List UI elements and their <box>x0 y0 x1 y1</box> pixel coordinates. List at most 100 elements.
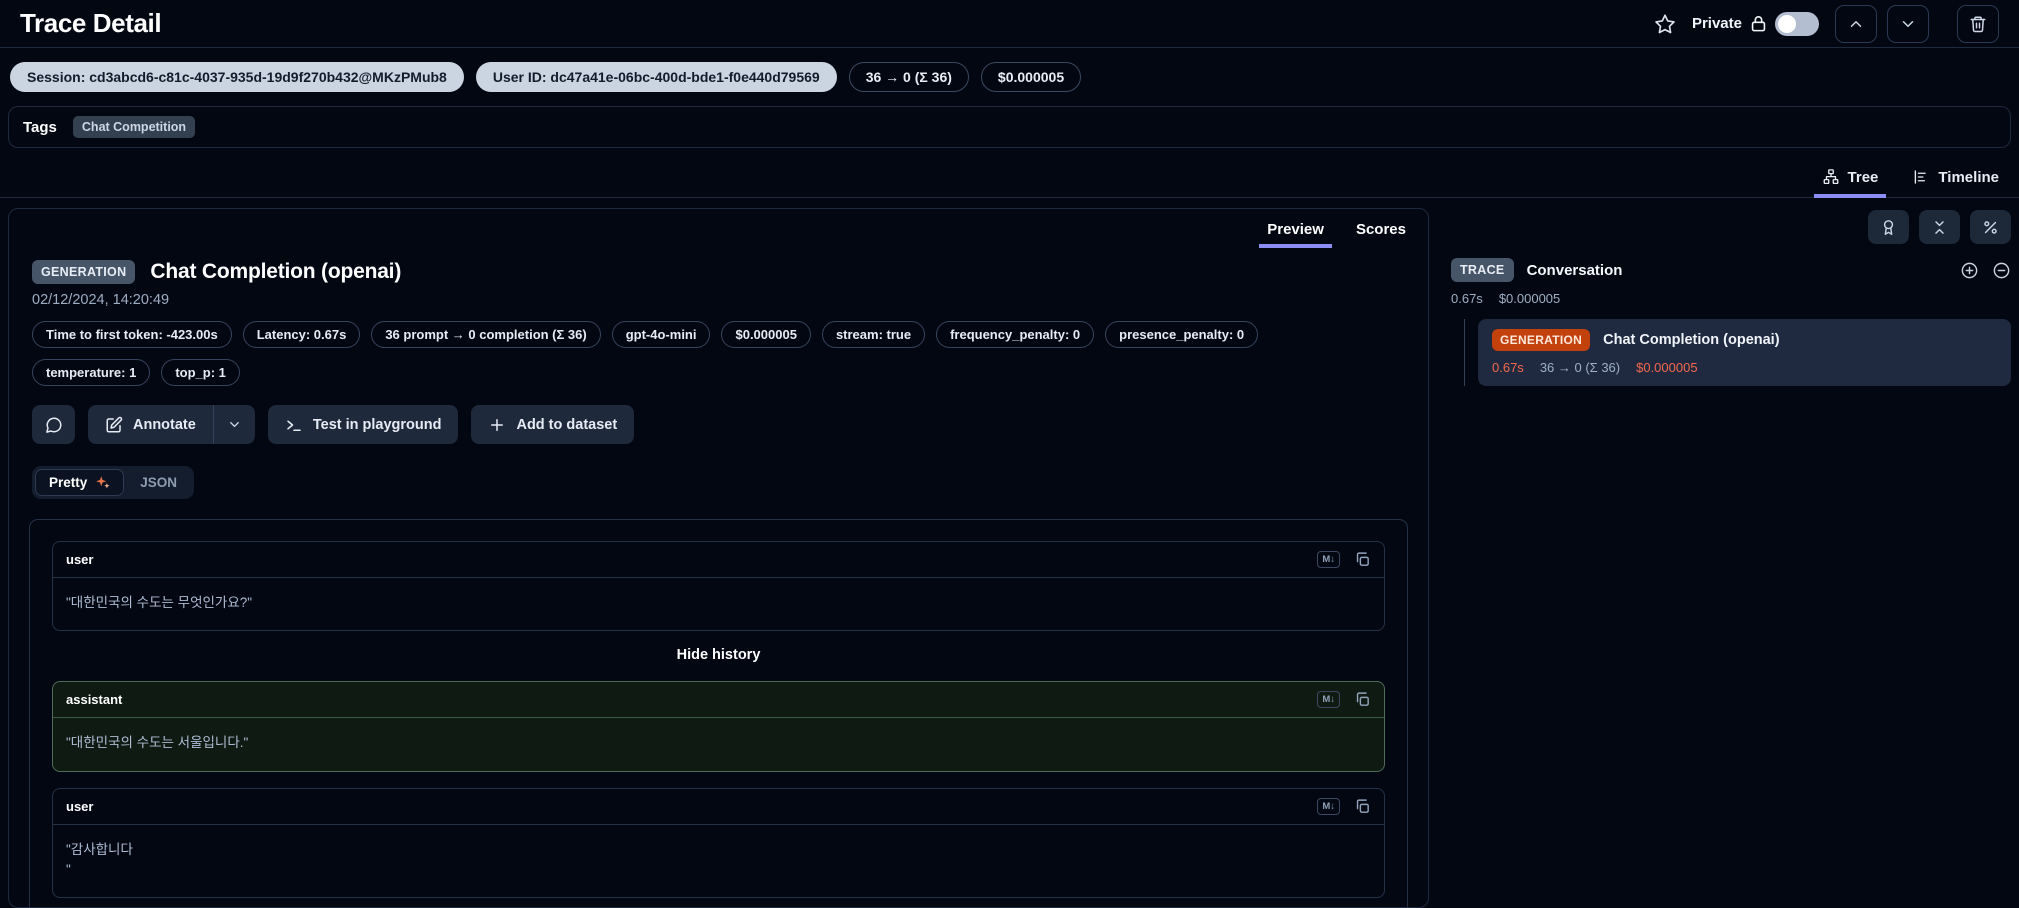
tree-panel-toolbar <box>1451 210 2011 244</box>
observation-metric-badge: top_p: 1 <box>161 359 240 386</box>
timeline-icon <box>1915 170 1927 184</box>
generation-node-metrics: 0.67s 36 → 0 (Σ 36) $0.000005 <box>1492 360 1997 375</box>
generation-node[interactable]: GENERATION Chat Completion (openai) 0.67… <box>1478 319 2011 386</box>
expand-node-button[interactable] <box>1960 261 1979 280</box>
pen-square-icon <box>106 416 123 432</box>
collapse-all-button[interactable] <box>1919 210 1960 244</box>
tab-pretty[interactable]: Pretty <box>35 469 125 496</box>
annotate-button[interactable]: Annotate <box>88 405 213 444</box>
show-metrics-button[interactable] <box>1970 210 2011 244</box>
privacy-label: Private <box>1691 15 1742 32</box>
message-content: "대한민국의 수도는 서울입니다." <box>66 735 249 751</box>
message-role-label: assistant <box>66 692 123 708</box>
observation-type-badge: GENERATION <box>32 260 136 284</box>
sparkles-icon <box>96 476 110 489</box>
previous-trace-button[interactable] <box>1835 4 1877 43</box>
top-bar: Trace Detail Private <box>0 0 2019 48</box>
comment-button[interactable] <box>32 405 75 444</box>
token-usage-badge: 36 → 0 (Σ 36) <box>848 62 969 92</box>
trace-metrics: 0.67s $0.000005 <box>1451 291 2011 306</box>
page-title: Trace Detail <box>20 8 162 38</box>
message-content: "대한민국의 수도는 무엇인가요?" <box>66 595 253 610</box>
message-header: user M↓ <box>53 542 1384 578</box>
privacy-toggle[interactable] <box>1775 11 1819 36</box>
observation-actions: Annotate Test in playground Add to datas… <box>9 405 1428 444</box>
generation-latency: 0.67s <box>1492 360 1524 375</box>
trace-type-badge: TRACE <box>1451 258 1514 282</box>
message-actions: M↓ <box>1317 691 1371 709</box>
chevron-up-icon <box>1850 20 1862 27</box>
tree-icon <box>1823 169 1838 185</box>
observation-metric-badge: 36 prompt → 0 completion (Σ 36) <box>371 321 601 348</box>
award-icon <box>1883 219 1894 235</box>
observation-timestamp: 02/12/2024, 14:20:49 <box>32 292 170 308</box>
cost-badge: $0.000005 <box>980 62 1082 92</box>
tab-timeline-label: Timeline <box>1938 168 1999 186</box>
user-id-badge[interactable]: User ID: dc47a41e-06bc-400d-bde1-f0e440d… <box>475 62 837 92</box>
trace-node[interactable]: TRACE Conversation <box>1451 258 2011 282</box>
trace-id-row: Session: cd3abcd6-c81c-4037-935d-19d9f27… <box>0 48 2019 104</box>
trace-nav-buttons <box>1835 4 1999 43</box>
chevron-down-icon <box>229 422 239 427</box>
observation-metric-badge: $0.000005 <box>721 321 811 348</box>
add-to-dataset-label: Add to dataset <box>516 416 618 433</box>
trace-node-controls <box>1960 261 2011 280</box>
percent-icon <box>1984 220 1997 234</box>
next-trace-button[interactable] <box>1887 4 1929 43</box>
observation-tabs: Preview Scores <box>9 209 1428 248</box>
format-tabs: Pretty JSON <box>32 466 195 499</box>
observation-card: Preview Scores GENERATION Chat Completio… <box>8 208 1429 908</box>
collapse-node-button[interactable] <box>1992 261 2011 280</box>
tab-json[interactable]: JSON <box>126 469 191 496</box>
message-role-label: user <box>66 552 94 567</box>
minus-circle-icon <box>1993 262 2010 278</box>
annotate-label: Annotate <box>133 416 196 433</box>
tab-tree[interactable]: Tree <box>1813 162 1887 198</box>
fold-vertical-icon <box>1935 220 1944 234</box>
message-actions: M↓ <box>1317 551 1371 568</box>
markdown-toggle-icon[interactable]: M↓ <box>1317 691 1340 709</box>
playground-button[interactable]: Test in playground <box>267 405 459 444</box>
lock-icon <box>1751 16 1766 32</box>
annotate-dropdown-button[interactable] <box>214 405 255 444</box>
copy-icon[interactable] <box>1354 798 1371 815</box>
annotation-queue-button[interactable] <box>1868 210 1909 244</box>
copy-icon[interactable] <box>1354 691 1371 708</box>
annotate-split-button: Annotate <box>88 405 255 444</box>
hide-history-button[interactable]: Hide history <box>52 647 1385 663</box>
tags-label: Tags <box>23 118 57 136</box>
plus-icon <box>491 418 504 431</box>
terminal-icon <box>287 420 301 431</box>
observation-badges: Time to first token: -423.00s Latency: 0.… <box>9 321 1369 386</box>
trace-title: Conversation <box>1526 261 1623 279</box>
message-role-label: user <box>66 798 94 814</box>
top-actions: Private <box>1654 4 1999 43</box>
copy-icon[interactable] <box>1354 551 1371 568</box>
delete-trace-button[interactable] <box>1957 4 1999 43</box>
trash-icon <box>1970 16 1986 32</box>
tab-scores[interactable]: Scores <box>1354 217 1408 248</box>
observation-metric-badge: presence_penalty: 0 <box>1105 321 1259 348</box>
markdown-toggle-icon[interactable]: M↓ <box>1317 551 1340 568</box>
tab-timeline[interactable]: Timeline <box>1910 162 2001 197</box>
comment-icon <box>45 417 61 433</box>
message-content: "감사합니다 " <box>66 841 133 877</box>
tab-pretty-label: Pretty <box>49 475 88 490</box>
add-to-dataset-button[interactable]: Add to dataset <box>471 405 635 444</box>
markdown-toggle-icon[interactable]: M↓ <box>1317 797 1340 815</box>
message-header: assistant M↓ <box>53 682 1384 719</box>
plus-circle-icon <box>1961 262 1978 278</box>
observation-title-row: GENERATION Chat Completion (openai) <box>9 260 1428 284</box>
playground-label: Test in playground <box>312 416 442 433</box>
star-button[interactable] <box>1654 13 1676 35</box>
tag-chip[interactable]: Chat Competition <box>72 116 196 138</box>
generation-type-badge: GENERATION <box>1492 329 1591 351</box>
star-icon <box>1655 13 1675 33</box>
session-badge[interactable]: Session: cd3abcd6-c81c-4037-935d-19d9f27… <box>10 62 464 92</box>
generation-cost: $0.000005 <box>1636 360 1698 375</box>
tab-preview[interactable]: Preview <box>1259 217 1332 248</box>
message-header: user M↓ <box>53 789 1384 825</box>
generation-tokens: 36 → 0 (Σ 36) <box>1539 360 1621 375</box>
tags-list: Chat Competition <box>72 116 196 138</box>
observation-metric-badge: frequency_penalty: 0 <box>936 321 1095 348</box>
